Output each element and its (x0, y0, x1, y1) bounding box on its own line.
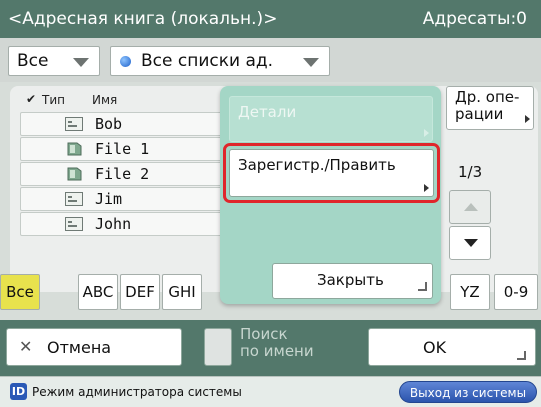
alpha-tab-def[interactable]: DEF (120, 274, 160, 310)
scroll-down-button[interactable] (449, 226, 491, 260)
alpha-tab-yz[interactable]: YZ (450, 274, 490, 310)
alpha-tab-digits[interactable]: 0-9 (494, 274, 538, 310)
arrow-right-icon (424, 129, 429, 137)
details-button[interactable]: Детали (229, 96, 433, 142)
chevron-down-icon (73, 58, 89, 67)
list-item-name: Bob (95, 115, 123, 133)
corner-mark-icon (418, 282, 427, 291)
list-item-name: Jim (95, 190, 123, 208)
fax-icon (65, 217, 83, 231)
scroll-up-button[interactable] (449, 190, 491, 224)
cancel-label: Отмена (47, 338, 112, 357)
list-item-name: File 2 (95, 165, 150, 183)
ok-label: OK (423, 338, 447, 357)
alpha-tab-all[interactable]: Все (0, 274, 40, 310)
other-operations-button[interactable]: Др. опе- рации (446, 86, 534, 130)
search-name-toggle[interactable] (204, 328, 232, 366)
list-item[interactable]: File 2 (20, 162, 250, 186)
file-server-icon (67, 142, 82, 156)
operations-popup: Детали Зарегистр./Править Закрыть (220, 86, 441, 304)
ok-button[interactable]: OK (368, 328, 536, 366)
register-edit-label: Зарегистр./Править (238, 156, 396, 174)
logout-button[interactable]: Выход из системы (399, 381, 537, 403)
fax-icon (65, 117, 83, 131)
type-filter-value: Все (17, 51, 49, 71)
details-label: Детали (238, 103, 297, 121)
address-list-dropdown[interactable]: Все списки ад. (110, 46, 330, 76)
arrow-up-icon (464, 203, 478, 211)
list-item[interactable]: Jim (20, 187, 250, 211)
file-server-icon (67, 167, 82, 181)
admin-mode-text: Режим администратора системы (32, 385, 242, 399)
fax-icon (65, 192, 83, 206)
address-book-screen: <Адресная книга (локальн.)> Адресаты:0 В… (0, 0, 541, 407)
list-item[interactable]: Bob (20, 112, 250, 136)
cancel-button[interactable]: ✕ Отмена (6, 328, 182, 366)
alpha-tab-ghi[interactable]: GHI (162, 274, 202, 310)
status-bar: ID Режим администратора системы Выход из… (0, 376, 541, 407)
close-label: Закрыть (317, 271, 384, 289)
type-filter-dropdown[interactable]: Все (8, 46, 100, 76)
column-header-type[interactable]: Тип (42, 93, 65, 107)
address-list-value: Все списки ад. (141, 51, 274, 71)
chevron-down-icon (303, 58, 319, 67)
arrow-down-icon (464, 239, 478, 247)
checkmark-icon: ✔ (26, 92, 37, 106)
arrow-right-icon (525, 115, 530, 123)
search-name-label: Поиск по имени (240, 325, 314, 360)
address-list-dot-icon (120, 56, 131, 67)
bottom-bar: ✕ Отмена Поиск по имени OK (0, 320, 541, 376)
list-item[interactable]: John (20, 212, 250, 236)
list-item-name: John (95, 215, 132, 233)
alpha-tab-abc[interactable]: ABC (78, 274, 118, 310)
recipients-count: Адресаты:0 (422, 9, 527, 29)
screen-title: <Адресная книга (локальн.)> (8, 9, 278, 29)
register-edit-button[interactable]: Зарегистр./Править (229, 149, 434, 197)
id-icon: ID (10, 383, 27, 400)
arrow-right-icon (424, 184, 429, 192)
close-icon: ✕ (19, 337, 33, 356)
page-indicator: 1/3 (458, 163, 483, 181)
column-header-name[interactable]: Имя (92, 93, 117, 107)
close-button[interactable]: Закрыть (272, 263, 433, 299)
corner-mark-icon (517, 351, 526, 360)
title-bar: <Адресная книга (локальн.)> Адресаты:0 (0, 0, 541, 38)
list-item[interactable]: File 1 (20, 137, 250, 161)
list-item-name: File 1 (95, 140, 150, 158)
other-operations-label: Др. опе- рации (455, 88, 520, 123)
filter-toolbar: Все Все списки ад. (0, 38, 541, 82)
